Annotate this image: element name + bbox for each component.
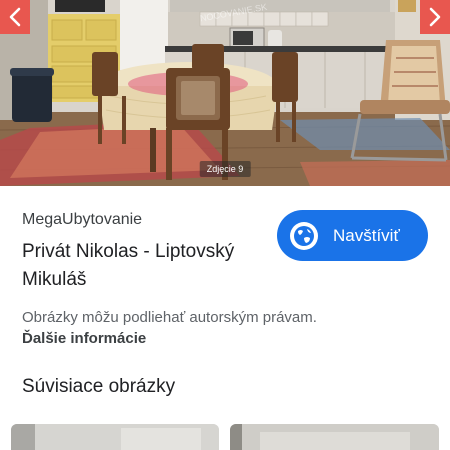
chevron-left-icon <box>9 7 21 27</box>
image-title[interactable]: Privát Nikolas - Liptovský Mikuláš <box>22 238 272 294</box>
visit-button-label: Navštíviť <box>333 225 400 245</box>
image-source[interactable]: MegaUbytovanie <box>22 211 142 229</box>
chevron-right-icon <box>429 7 441 27</box>
related-image-thumbnail[interactable] <box>11 424 219 450</box>
related-image-1 <box>11 424 219 450</box>
image-caption: Zdjęcie 9 <box>199 161 251 177</box>
previous-image-button[interactable] <box>0 0 30 34</box>
globe-icon <box>290 221 318 250</box>
next-image-button[interactable] <box>420 0 450 34</box>
photo-viewer[interactable]: NOCOVANIE.SK Zdjęcie 9 <box>0 0 450 186</box>
visit-button[interactable]: Navštíviť <box>277 210 428 261</box>
apartment-photo: NOCOVANIE.SK <box>0 0 450 186</box>
related-image-thumbnail[interactable] <box>230 424 439 450</box>
related-images-heading: Súvisiace obrázky <box>22 376 176 397</box>
more-info-link[interactable]: Ďalšie informácie <box>22 330 146 347</box>
related-image-2 <box>230 424 439 450</box>
copyright-notice: Obrázky môžu podliehať autorským právam. <box>22 309 317 326</box>
